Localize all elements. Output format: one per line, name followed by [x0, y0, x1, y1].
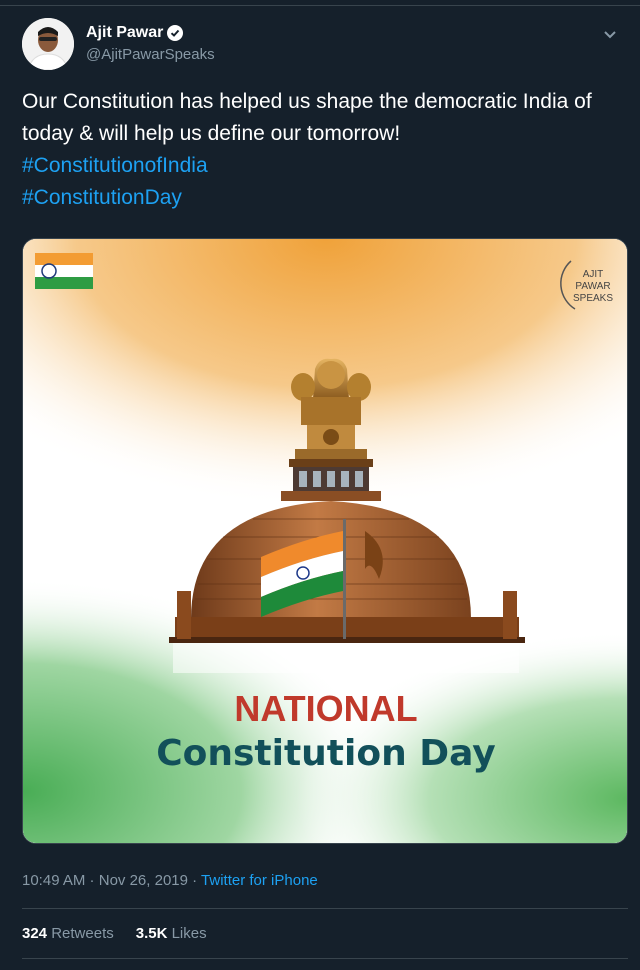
- display-name-text[interactable]: Ajit Pawar: [86, 24, 163, 42]
- retweets-stat[interactable]: 324 Retweets: [22, 925, 114, 942]
- tweet-time[interactable]: 10:49 AM: [22, 872, 85, 889]
- tweet-image[interactable]: AJIT PAWAR SPEAKS NATIONAL Constitution …: [22, 238, 628, 844]
- tweet-meta: 10:49 AM · Nov 26, 2019 · Twitter for iP…: [22, 872, 318, 889]
- headline-national: NATIONAL: [234, 688, 417, 729]
- tweet-header: Ajit Pawar @AjitPawarSpeaks: [22, 18, 620, 74]
- likes-label: Likes: [171, 925, 207, 942]
- watermark-line: SPEAKS: [573, 293, 613, 304]
- divider: [22, 958, 628, 959]
- tweet-stats: 324 Retweets 3.5K Likes: [22, 925, 207, 942]
- verified-badge-icon: [167, 25, 184, 41]
- tweet-date[interactable]: Nov 26, 2019: [99, 872, 188, 889]
- display-name[interactable]: Ajit Pawar: [86, 24, 184, 42]
- retweets-count: 324: [22, 925, 48, 942]
- retweets-label: Retweets: [51, 925, 114, 942]
- watermark-line: PAWAR: [575, 281, 610, 292]
- likes-count: 3.5K: [135, 925, 168, 942]
- avatar[interactable]: [22, 18, 74, 70]
- tweet-source-link[interactable]: Twitter for iPhone: [201, 872, 318, 889]
- headline-constitution-day: Constitution Day: [156, 733, 496, 774]
- party-flag-icon: [35, 253, 93, 289]
- tweet-text: Our Constitution has helped us shape the…: [22, 90, 592, 145]
- divider: [22, 908, 628, 909]
- meta-separator: ·: [85, 872, 99, 889]
- hashtag-link[interactable]: #ConstitutionofIndia: [22, 150, 622, 182]
- chevron-down-icon[interactable]: [600, 24, 620, 44]
- meta-separator: ·: [187, 872, 202, 889]
- watermark-line: AJIT: [583, 269, 604, 280]
- hashtag-link[interactable]: #ConstitutionDay: [22, 182, 622, 214]
- tweet-body: Our Constitution has helped us shape the…: [22, 86, 622, 214]
- top-divider: [0, 0, 640, 6]
- user-handle[interactable]: @AjitPawarSpeaks: [86, 46, 215, 63]
- likes-stat[interactable]: 3.5K Likes: [136, 925, 207, 942]
